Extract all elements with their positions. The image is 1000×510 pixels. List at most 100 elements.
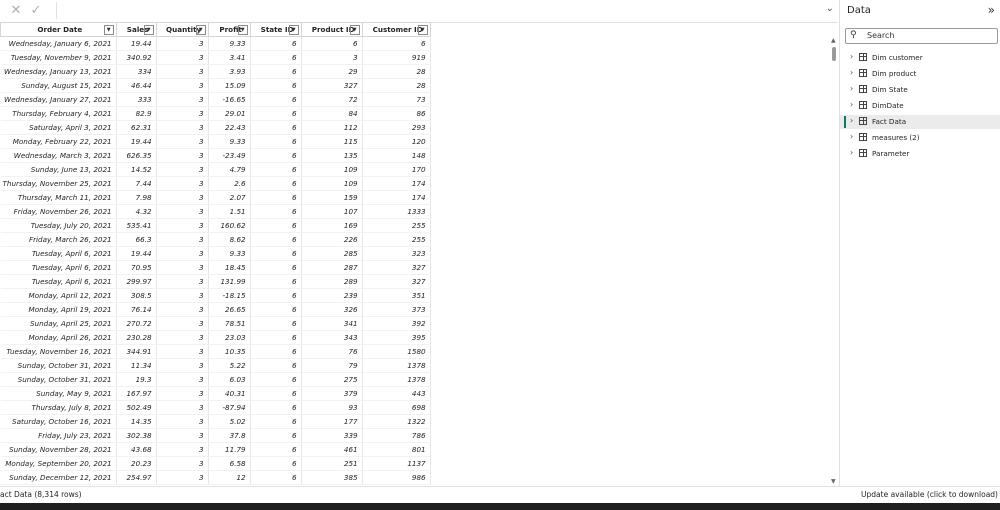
table-cell[interactable]: 109 [301, 162, 363, 177]
table-cell[interactable]: Monday, April 12, 2021 [0, 288, 117, 303]
scroll-up-icon[interactable]: ▲ [831, 37, 836, 44]
field-list-item[interactable]: › measures (2) [840, 131, 1000, 145]
table-cell[interactable]: Wednesday, January 13, 2021 [0, 64, 117, 79]
table-cell[interactable]: 19.44 [116, 246, 157, 261]
table-cell[interactable]: 6 [250, 134, 302, 149]
table-cell[interactable]: 3 [156, 64, 209, 79]
table-cell[interactable]: 239 [301, 288, 363, 303]
table-cell[interactable]: 6 [250, 456, 302, 471]
table-cell[interactable]: 37.8 [208, 428, 251, 443]
table-cell[interactable]: 7.98 [116, 190, 157, 205]
table-cell[interactable]: 251 [301, 456, 363, 471]
table-cell[interactable]: 6 [250, 302, 302, 317]
table-cell[interactable]: 3 [156, 36, 209, 51]
table-cell[interactable]: 76.14 [116, 302, 157, 317]
table-cell[interactable]: 461 [301, 442, 363, 457]
table-cell[interactable]: 7.44 [116, 176, 157, 191]
table-cell[interactable]: 62.31 [116, 120, 157, 135]
filter-dropdown-icon[interactable]: ▼ [143, 25, 154, 35]
table-cell[interactable]: 6 [362, 36, 431, 51]
table-cell[interactable]: Friday, March 26, 2021 [0, 232, 117, 247]
collapse-pane-icon[interactable]: » [988, 3, 995, 17]
table-cell[interactable]: 22.43 [208, 120, 251, 135]
table-cell[interactable]: 4.32 [116, 204, 157, 219]
table-cell[interactable]: 6.03 [208, 372, 251, 387]
table-cell[interactable]: 327 [301, 78, 363, 93]
table-cell[interactable]: 285 [301, 246, 363, 261]
table-cell[interactable]: 14.52 [116, 162, 157, 177]
table-cell[interactable]: 120 [362, 134, 431, 149]
table-cell[interactable]: Tuesday, November 9, 2021 [0, 50, 117, 65]
table-cell[interactable]: 6 [250, 344, 302, 359]
table-cell[interactable]: 5.02 [208, 414, 251, 429]
table-cell[interactable]: Friday, November 26, 2021 [0, 204, 117, 219]
table-cell[interactable]: 12 [208, 470, 251, 485]
table-cell[interactable]: 148 [362, 148, 431, 163]
field-list-item[interactable]: › Dim customer [840, 51, 1000, 65]
table-cell[interactable]: 287 [301, 260, 363, 275]
table-cell[interactable]: 3.41 [208, 50, 251, 65]
table-cell[interactable]: 3 [156, 162, 209, 177]
table-cell[interactable]: 160.62 [208, 218, 251, 233]
table-cell[interactable]: 9.33 [208, 36, 251, 51]
table-cell[interactable]: 3 [156, 456, 209, 471]
table-cell[interactable]: 15.09 [208, 78, 251, 93]
table-cell[interactable]: 3 [156, 330, 209, 345]
table-cell[interactable]: 3 [156, 218, 209, 233]
table-cell[interactable]: 3 [156, 414, 209, 429]
table-cell[interactable]: 3 [156, 358, 209, 373]
table-cell[interactable]: 6 [250, 218, 302, 233]
chevron-right-icon[interactable]: › [850, 100, 853, 109]
table-cell[interactable]: 19.44 [116, 36, 157, 51]
table-cell[interactable]: 82.9 [116, 106, 157, 121]
table-cell[interactable]: 2.07 [208, 190, 251, 205]
table-cell[interactable]: 6 [250, 50, 302, 65]
table-cell[interactable]: Sunday, November 28, 2021 [0, 442, 117, 457]
table-cell[interactable]: 3 [156, 232, 209, 247]
table-cell[interactable]: Sunday, October 31, 2021 [0, 358, 117, 373]
table-cell[interactable]: 11.34 [116, 358, 157, 373]
chevron-right-icon[interactable]: › [850, 132, 853, 141]
table-cell[interactable]: 3 [156, 148, 209, 163]
table-cell[interactable]: 6 [250, 288, 302, 303]
table-cell[interactable]: 1137 [362, 456, 431, 471]
table-cell[interactable]: 5.22 [208, 358, 251, 373]
table-cell[interactable]: Sunday, December 12, 2021 [0, 470, 117, 485]
table-cell[interactable]: 3 [156, 190, 209, 205]
field-list-item[interactable]: › Dim product [840, 67, 1000, 81]
table-cell[interactable]: 43.68 [116, 442, 157, 457]
scroll-thumb[interactable] [832, 47, 836, 61]
table-cell[interactable]: 6 [250, 246, 302, 261]
table-cell[interactable]: 6 [250, 64, 302, 79]
table-cell[interactable]: 6 [250, 148, 302, 163]
table-cell[interactable]: 3 [156, 386, 209, 401]
field-list-item[interactable]: › Dim State [840, 83, 1000, 97]
table-cell[interactable]: 3 [156, 344, 209, 359]
table-cell[interactable]: 6 [250, 442, 302, 457]
table-cell[interactable]: 11.79 [208, 442, 251, 457]
table-cell[interactable]: 6 [250, 330, 302, 345]
table-cell[interactable]: 373 [362, 302, 431, 317]
table-cell[interactable]: 6 [250, 120, 302, 135]
table-cell[interactable]: Monday, April 19, 2021 [0, 302, 117, 317]
table-cell[interactable]: 23.03 [208, 330, 251, 345]
table-cell[interactable]: 29 [301, 64, 363, 79]
table-cell[interactable]: 115 [301, 134, 363, 149]
table-cell[interactable]: 6 [250, 428, 302, 443]
table-cell[interactable]: Friday, July 23, 2021 [0, 428, 117, 443]
table-cell[interactable]: 6 [250, 274, 302, 289]
table-cell[interactable]: 6 [301, 36, 363, 51]
table-cell[interactable]: 1378 [362, 358, 431, 373]
table-cell[interactable]: 6 [250, 106, 302, 121]
table-cell[interactable]: -16.65 [208, 92, 251, 107]
table-cell[interactable]: 326 [301, 302, 363, 317]
table-cell[interactable]: 302.38 [116, 428, 157, 443]
table-cell[interactable]: 6 [250, 414, 302, 429]
filter-dropdown-icon[interactable]: ▼ [349, 25, 360, 35]
table-cell[interactable]: 6 [250, 36, 302, 51]
table-cell[interactable]: 72 [301, 92, 363, 107]
column-header[interactable]: Order Date ▼ [0, 22, 117, 37]
table-cell[interactable]: Saturday, April 3, 2021 [0, 120, 117, 135]
table-cell[interactable]: 6 [250, 162, 302, 177]
table-cell[interactable]: 6.58 [208, 456, 251, 471]
